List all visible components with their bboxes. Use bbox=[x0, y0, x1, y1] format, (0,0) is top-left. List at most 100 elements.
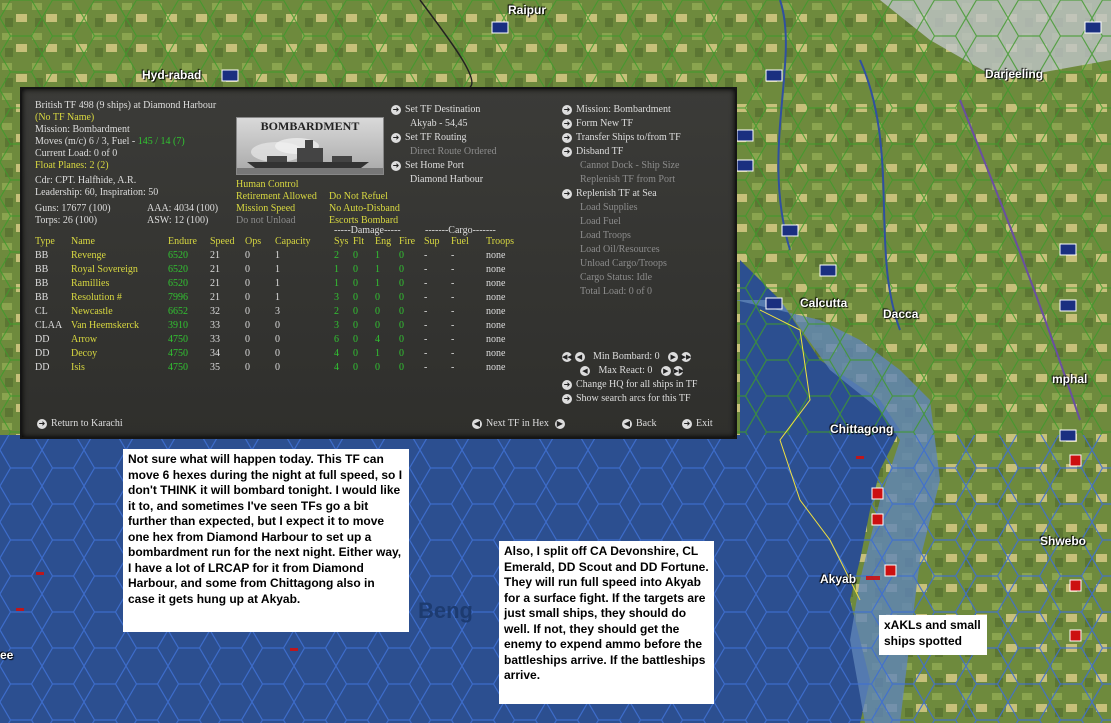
option-human-control[interactable]: Human Control bbox=[236, 179, 299, 191]
ship-name[interactable]: Newcastle bbox=[71, 305, 113, 319]
ship-name[interactable]: Resolution # bbox=[71, 291, 122, 305]
change-hq-button[interactable]: ➜ Change HQ for all ships in TF bbox=[562, 379, 697, 391]
double-left-icon[interactable]: ◀◀ bbox=[562, 351, 573, 362]
back-button[interactable]: ◀ Back bbox=[622, 418, 657, 430]
ship-type: DD bbox=[35, 334, 50, 345]
arrow-right-icon: ➜ bbox=[391, 132, 401, 143]
ship-type: BB bbox=[35, 278, 49, 289]
tf-name[interactable]: (No TF Name) bbox=[35, 112, 94, 124]
transfer-ships-button[interactable]: ➜ Transfer Ships to/from TF bbox=[562, 132, 681, 144]
col-fire[interactable]: Fire bbox=[399, 235, 415, 249]
col-sys[interactable]: Sys bbox=[334, 235, 348, 249]
ship-name[interactable]: Van Heemskerck bbox=[71, 319, 139, 333]
col-troops[interactable]: Troops bbox=[486, 235, 514, 249]
ship-troops: none bbox=[486, 306, 506, 317]
tf-torps: Torps: 26 (100) bbox=[35, 215, 98, 226]
set-routing-button[interactable]: ➜ Set TF Routing bbox=[391, 132, 467, 144]
bombardment-image: BOMBARDMENT bbox=[236, 117, 384, 175]
ship-endure: 6652 bbox=[168, 306, 188, 317]
ship-name[interactable]: Royal Sovereign bbox=[71, 263, 138, 277]
table-row[interactable]: CLAA Van Heemskerck 3910 33 0 0 3 0 0 0 - - none bbox=[22, 319, 735, 333]
form-new-tf-button[interactable]: ➜ Form New TF bbox=[562, 118, 633, 130]
next-tf-in-hex-button[interactable]: ◀ Next TF in Hex ▶ bbox=[472, 418, 569, 430]
col-fuel[interactable]: Fuel bbox=[451, 235, 469, 249]
replenish-port-button[interactable]: Replenish TF from Port bbox=[580, 174, 675, 186]
ship-speed: 34 bbox=[210, 348, 220, 359]
exit-button[interactable]: ➜ Exit bbox=[682, 418, 713, 430]
ship-name[interactable]: Revenge bbox=[71, 249, 106, 263]
mission-button[interactable]: ➜ Mission: Bombardment bbox=[562, 104, 671, 116]
load-fuel-button[interactable]: Load Fuel bbox=[580, 216, 621, 228]
option-retirement[interactable]: Retirement Allowed bbox=[236, 191, 317, 203]
col-name[interactable]: Name bbox=[71, 235, 95, 249]
col-capacity[interactable]: Capacity bbox=[275, 235, 311, 249]
left-icon[interactable]: ◀ bbox=[580, 365, 590, 376]
right-icon[interactable]: ▶ bbox=[660, 365, 671, 376]
table-row[interactable]: BB Revenge 6520 21 0 1 2 0 1 0 - - none bbox=[22, 249, 735, 263]
col-sup[interactable]: Sup bbox=[424, 235, 440, 249]
table-row[interactable]: DD Arrow 4750 33 0 0 6 0 4 0 - - none bbox=[22, 333, 735, 347]
ship-fuel: - bbox=[451, 264, 455, 275]
ship-name[interactable]: Isis bbox=[71, 361, 85, 375]
ship-eng: 4 bbox=[375, 334, 380, 345]
double-right-icon[interactable]: ▶▶ bbox=[673, 365, 684, 376]
replenish-sea-button[interactable]: ➜ Replenish TF at Sea bbox=[562, 188, 657, 200]
table-row[interactable]: BB Ramillies 6520 21 0 1 1 0 1 0 - - none bbox=[22, 277, 735, 291]
col-ops[interactable]: Ops bbox=[245, 235, 261, 249]
right-icon[interactable]: ▶ bbox=[668, 351, 679, 362]
ship-sys: 4 bbox=[334, 348, 339, 359]
tf-float-planes[interactable]: Float Planes: 2 (2) bbox=[35, 160, 109, 172]
ship-speed: 32 bbox=[210, 306, 220, 317]
left-icon[interactable]: ◀ bbox=[574, 351, 585, 362]
return-to-karachi-button[interactable]: ➜ Return to Karachi bbox=[37, 418, 123, 430]
ship-fire: 0 bbox=[399, 320, 404, 331]
tf-title: British TF 498 (9 ships) at Diamond Harb… bbox=[35, 100, 217, 111]
tf-asw: ASW: 12 (100) bbox=[147, 215, 209, 226]
ship-endure: 4750 bbox=[168, 362, 188, 373]
ship-troops: none bbox=[486, 362, 506, 373]
ship-endure: 6520 bbox=[168, 278, 188, 289]
ship-name[interactable]: Decoy bbox=[71, 347, 97, 361]
option-do-not-refuel[interactable]: Do Not Refuel bbox=[329, 191, 388, 203]
ship-eng: 1 bbox=[375, 250, 380, 261]
table-row[interactable]: CL Newcastle 6652 32 0 3 2 0 0 0- - none bbox=[22, 305, 735, 319]
ship-fuel: - bbox=[451, 278, 455, 289]
destination-value: Akyab - 54,45 bbox=[410, 118, 468, 129]
ship-name[interactable]: Arrow bbox=[71, 333, 97, 347]
ship-fire: 0 bbox=[399, 292, 404, 303]
ship-eng: 0 bbox=[375, 320, 380, 331]
option-no-auto-disband[interactable]: No Auto-Disband bbox=[329, 203, 400, 215]
col-type[interactable]: Type bbox=[35, 235, 55, 249]
option-mission-speed[interactable]: Mission Speed bbox=[236, 203, 295, 215]
arrow-right-icon: ➜ bbox=[37, 418, 47, 429]
ship-flt: 0 bbox=[353, 264, 358, 275]
col-flt[interactable]: Flt bbox=[353, 235, 364, 249]
table-row[interactable]: BB Royal Sovereign 6520 21 0 1 1 0 1 0 - - none bbox=[22, 263, 735, 277]
annotation-note-2: Also, I split off CA Devonshire, CL Emer… bbox=[499, 541, 714, 704]
set-home-port-button[interactable]: ➜ Set Home Port bbox=[391, 160, 464, 172]
tf-commander[interactable]: Cdr: CPT. Halfhide, A.R. bbox=[35, 175, 136, 187]
col-eng[interactable]: Eng bbox=[375, 235, 391, 249]
option-do-not-unload[interactable]: Do not Unload bbox=[236, 215, 295, 227]
disband-tf-button[interactable]: ➜ Disband TF bbox=[562, 146, 623, 158]
show-search-arcs-button[interactable]: ➜ Show search arcs for this TF bbox=[562, 393, 691, 405]
ship-ops: 0 bbox=[245, 250, 250, 261]
ship-fuel: - bbox=[451, 320, 455, 331]
ship-fuel: - bbox=[451, 250, 455, 261]
col-speed[interactable]: Speed bbox=[210, 235, 234, 249]
ship-eng: 0 bbox=[375, 292, 380, 303]
table-row[interactable]: BB Resolution # 7996 21 0 1 3 0 0 0 - - none bbox=[22, 291, 735, 305]
arrow-right-icon: ➜ bbox=[682, 418, 692, 429]
ship-capacity: 0 bbox=[275, 348, 280, 359]
col-endure[interactable]: Endure bbox=[168, 235, 197, 249]
load-supplies-button[interactable]: Load Supplies bbox=[580, 202, 638, 214]
cannot-dock-status: Cannot Dock - Ship Size bbox=[580, 160, 680, 171]
arrow-right-icon: ➜ bbox=[562, 379, 572, 390]
set-destination-button[interactable]: ➜ Set TF Destination bbox=[391, 104, 480, 116]
ship-endure: 6520 bbox=[168, 250, 188, 261]
min-bombard-control: ◀◀ ◀ Min Bombard: 0 ▶ ▶▶ bbox=[562, 351, 691, 363]
ship-name[interactable]: Ramillies bbox=[71, 277, 109, 291]
ship-type: DD bbox=[35, 362, 50, 373]
double-right-icon[interactable]: ▶▶ bbox=[680, 351, 691, 362]
ship-sys: 1 bbox=[334, 264, 339, 275]
